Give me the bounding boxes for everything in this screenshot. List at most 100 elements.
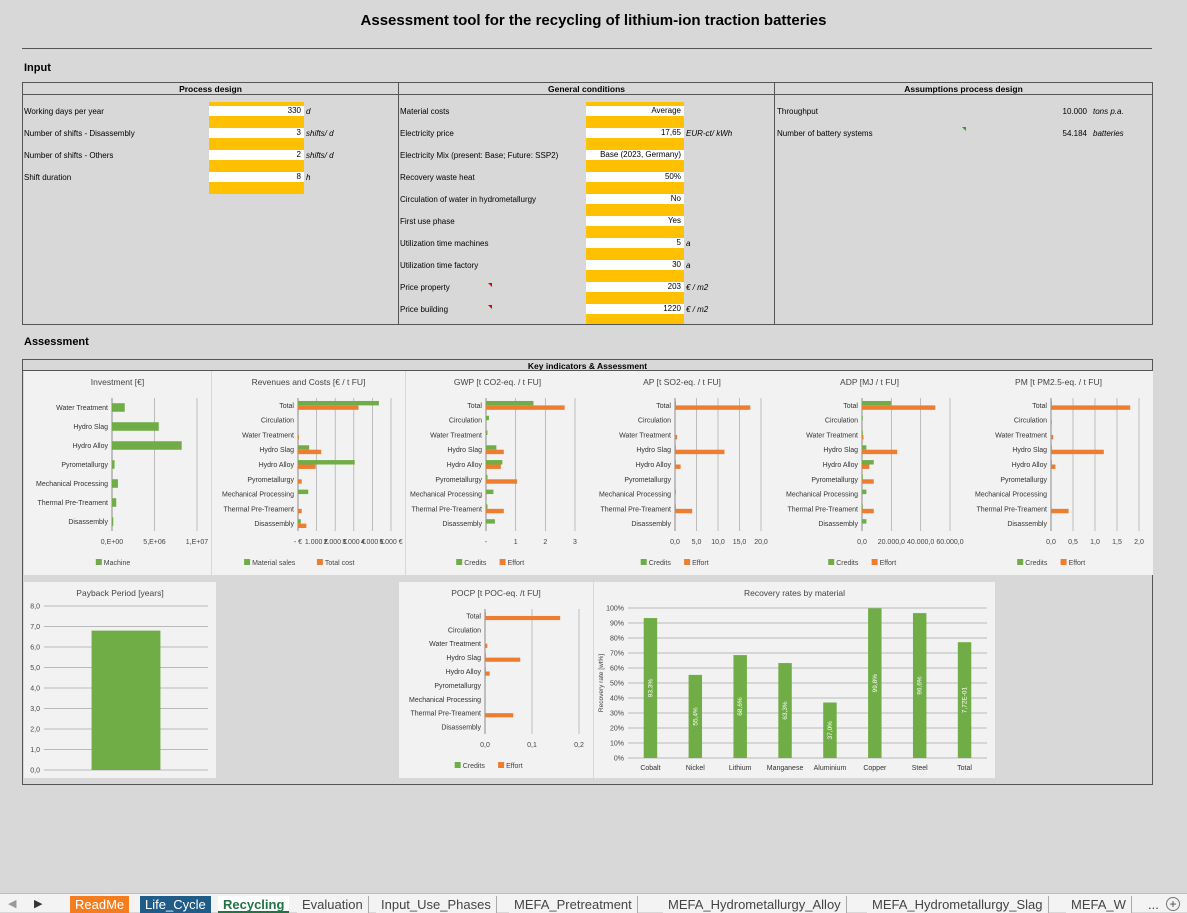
tick-label: 30% [610, 711, 624, 718]
chart-1[interactable]: Revenues and Costs [€ / t FU] - €1.000 €2… [212, 371, 405, 575]
tick-label: 2 [543, 539, 547, 546]
tick-label: 5,0 [30, 665, 40, 672]
assumptions-unit: tons p.a. [1093, 107, 1124, 116]
legend-swatch [244, 559, 251, 565]
bar [675, 460, 676, 465]
tick-label: 1,E+07 [186, 539, 208, 546]
process-design-value[interactable]: 2 [209, 150, 304, 160]
tick-label: 0,0 [480, 742, 490, 749]
bar [298, 479, 302, 484]
bar [675, 449, 725, 455]
chart-svg: Payback Period [years] 0,0 1,0 2,0 3,0 4,0 5,0… [30, 588, 208, 775]
bar [675, 400, 676, 406]
input-section-label: Input [24, 62, 51, 74]
bar [675, 489, 676, 495]
process-design-unit: d [306, 107, 311, 116]
comment-indicator-icon[interactable] [488, 305, 492, 309]
tick-label: 0,0 [857, 539, 867, 546]
category-label: Disassembly [68, 519, 108, 526]
tick-label: - € [294, 539, 302, 546]
scroll-left-icon[interactable]: ◀ [8, 896, 16, 913]
process-design-label: Number of shifts - Others [24, 151, 114, 160]
bar [298, 489, 309, 495]
sheet-tab-readme[interactable]: ReadMe [70, 896, 130, 913]
category-label: Water Treatment [429, 641, 481, 648]
tick-label: 100% [606, 606, 624, 613]
category-label: Circulation [449, 418, 482, 425]
sheet-tab-mefa-hydrometallurgy-slag[interactable]: MEFA_Hydrometallurgy_Slag [867, 896, 1049, 913]
bar [862, 508, 874, 514]
general-conditions-value[interactable]: 50% [586, 172, 684, 182]
more-tabs-button[interactable]: ... [1148, 896, 1159, 913]
process-design-value[interactable]: 8 [209, 172, 304, 182]
category-label: Total [279, 403, 294, 410]
general-conditions-value[interactable]: Average [586, 106, 684, 116]
sheet-tab-mefa-pretreatment[interactable]: MEFA_Pretreatment [509, 896, 638, 913]
category-label: Water Treatment [242, 432, 294, 439]
sheet-tab-life-cycle[interactable]: Life_Cycle [140, 896, 211, 913]
process-design-value[interactable]: 3 [209, 128, 304, 138]
category-label: Pyrometallurgy [247, 477, 294, 484]
sheet-tab-mefa-w[interactable]: MEFA_W [1066, 896, 1132, 913]
general-conditions-value[interactable]: Yes [586, 216, 684, 226]
category-label: Circulation [638, 418, 671, 425]
general-conditions-input-bg [586, 316, 684, 324]
sheet-tab-mefa-hydrometallurgy-alloy[interactable]: MEFA_Hydrometallurgy_Alloy [663, 896, 847, 913]
bar [1051, 434, 1054, 440]
bar [485, 713, 514, 718]
bar [486, 508, 504, 514]
category-label: Thermal Pre-Treament [600, 506, 671, 513]
general-conditions-value[interactable]: 17,65 [586, 128, 684, 138]
data-label: 68,6% [737, 697, 744, 716]
comment-indicator-icon[interactable] [488, 283, 492, 287]
category-label: Disassembly [441, 725, 481, 732]
sheet-tab-input-use-phases[interactable]: Input_Use_Phases [376, 896, 497, 913]
process-design-label: Shift duration [24, 173, 72, 182]
process-design-value[interactable]: 330 [209, 106, 304, 116]
spreadsheet-canvas[interactable]: Assessment tool for the recycling of lit… [0, 0, 1187, 893]
chart-8[interactable]: Recovery rates by material 0% 10% 20% 30% 40%… [594, 582, 995, 778]
legend-swatch [1060, 559, 1067, 565]
general-conditions-value[interactable]: 30 [586, 260, 684, 270]
chart-5[interactable]: PM [t PM2.5-eq. / t FU] 0,0 0,5 1,0 1,5 2,0 To… [964, 371, 1153, 575]
sheet-tab-evaluation[interactable]: Evaluation [297, 896, 369, 913]
legend-label: Effort [880, 560, 897, 567]
bar [675, 445, 676, 450]
data-label: 63,3% [782, 701, 789, 720]
general-conditions-value[interactable]: 5 [586, 238, 684, 248]
category-label: Thermal Pre-Treament [37, 500, 108, 507]
general-conditions-value[interactable]: 1220 [586, 304, 684, 314]
category-label: Circulation [1014, 418, 1047, 425]
bar [485, 615, 561, 621]
general-conditions-label: Recovery waste heat [400, 173, 475, 182]
general-conditions-value[interactable]: No [586, 194, 684, 204]
category-label: Disassembly [631, 521, 671, 528]
category-label: Water Treatment [995, 432, 1047, 439]
tick-label: 2,0 [1134, 539, 1144, 546]
category-label: Disassembly [442, 521, 482, 528]
bar [486, 445, 497, 450]
bar [862, 430, 863, 435]
process-design-unit: h [306, 173, 311, 182]
chart-4[interactable]: ADP [MJ / t FU] 0,0 20.000,0 40.000,0 60.000… [775, 371, 964, 575]
error-indicator-icon[interactable] [962, 127, 966, 131]
chart-3[interactable]: AP [t SO2-eq. / t FU] 0,0 5,0 10,0 15,0 20,0 T… [589, 371, 775, 575]
bar [862, 460, 874, 465]
chart-svg: POCP [t POC-eq. /t FU] 0,0 0,1 0,2 Total Circ… [409, 588, 584, 770]
add-sheet-icon[interactable]: + [1166, 897, 1180, 911]
bar [486, 405, 565, 410]
scroll-right-icon[interactable]: ▶ [34, 896, 42, 913]
category-label: Mechanical Processing [409, 697, 481, 704]
chart-0[interactable]: Investment [€] 0,E+00 5,E+06 1,E+07 Water Tr… [24, 371, 211, 575]
chart-2[interactable]: GWP [t CO2-eq. / t FU] - 1 2 3 Total Circulati… [406, 371, 589, 575]
general-conditions-value[interactable]: Base (2023, Germany) [586, 150, 684, 160]
category-label: Total [656, 403, 671, 410]
chart-7[interactable]: POCP [t POC-eq. /t FU] 0,0 0,1 0,2 Total Circ… [399, 582, 593, 778]
assessment-section-label: Assessment [24, 336, 89, 348]
sheet-tab-recycling[interactable]: Recycling [218, 896, 290, 913]
category-label: Hydro Slag [73, 424, 108, 431]
chart-6[interactable]: Payback Period [years] 0,0 1,0 2,0 3,0 4,0 5,0… [24, 582, 216, 778]
general-conditions-value[interactable]: 203 [586, 282, 684, 292]
process-design-label: Working days per year [24, 107, 104, 116]
chart-title: Payback Period [years] [76, 588, 163, 598]
